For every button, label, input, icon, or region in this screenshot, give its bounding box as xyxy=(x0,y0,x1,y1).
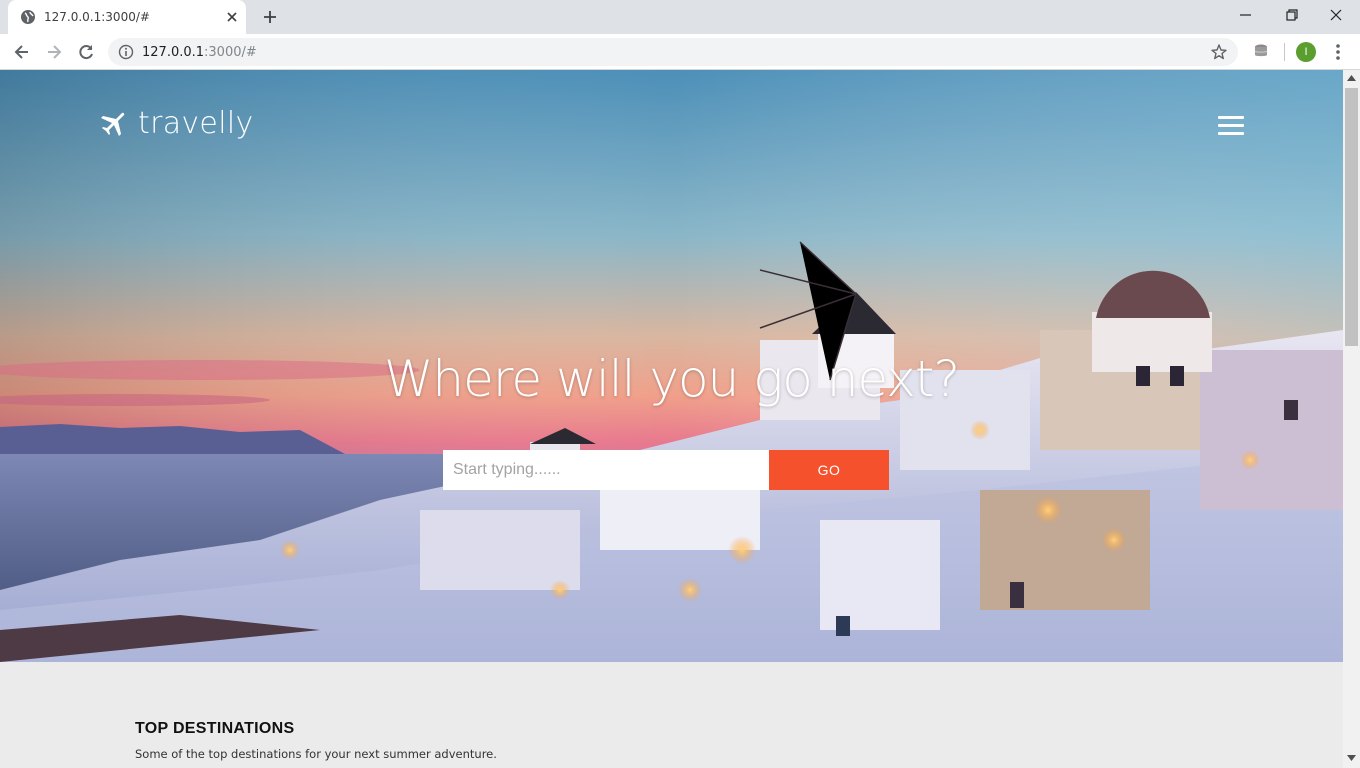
profile-avatar[interactable]: I xyxy=(1296,42,1316,62)
hero-headline: Where will you go next? xyxy=(383,350,960,408)
globe-icon xyxy=(21,10,35,24)
scroll-down-arrow-icon[interactable] xyxy=(1347,754,1356,762)
brand-logo[interactable]: travelly xyxy=(100,106,254,141)
toolbar-divider xyxy=(1284,43,1285,61)
minimize-icon[interactable] xyxy=(1234,4,1258,26)
reload-icon[interactable] xyxy=(76,42,96,62)
forward-arrow-icon[interactable] xyxy=(44,42,64,62)
restore-icon[interactable] xyxy=(1280,4,1304,26)
tab-title: 127.0.0.1:3000/# xyxy=(44,10,150,24)
go-button[interactable]: GO xyxy=(769,450,889,490)
info-icon[interactable] xyxy=(118,44,134,60)
kebab-menu-icon[interactable] xyxy=(1330,42,1346,62)
brand-name: travelly xyxy=(138,106,254,141)
window-close-icon[interactable] xyxy=(1324,4,1348,26)
database-icon[interactable] xyxy=(1252,42,1270,60)
browser-tab[interactable]: 127.0.0.1:3000/# xyxy=(8,0,246,34)
plus-icon[interactable] xyxy=(260,7,280,27)
vertical-scrollbar[interactable] xyxy=(1343,70,1360,768)
back-arrow-icon[interactable] xyxy=(12,42,32,62)
hamburger-icon[interactable] xyxy=(1218,116,1244,136)
search-input[interactable] xyxy=(443,450,769,490)
scrollbar-thumb[interactable] xyxy=(1345,88,1358,346)
section-title: TOP DESTINATIONS xyxy=(135,720,295,737)
airplane-icon xyxy=(101,112,125,136)
browser-tab-strip: 127.0.0.1:3000/# xyxy=(0,0,1360,34)
top-destinations-section: TOP DESTINATIONS Some of the top destina… xyxy=(135,720,497,761)
browser-toolbar: 127.0.0.1:3000/# I xyxy=(0,34,1360,70)
address-bar[interactable]: 127.0.0.1:3000/# xyxy=(108,38,1238,66)
section-subtitle: Some of the top destinations for your ne… xyxy=(135,747,497,761)
page-viewport: travelly Where will you go next? GO TOP … xyxy=(0,70,1343,768)
hero-section: travelly Where will you go next? GO xyxy=(0,70,1343,662)
star-icon[interactable] xyxy=(1210,43,1228,61)
url-text[interactable]: 127.0.0.1:3000/# xyxy=(142,45,257,60)
scroll-up-arrow-icon[interactable] xyxy=(1347,74,1356,82)
close-icon[interactable] xyxy=(224,9,240,25)
